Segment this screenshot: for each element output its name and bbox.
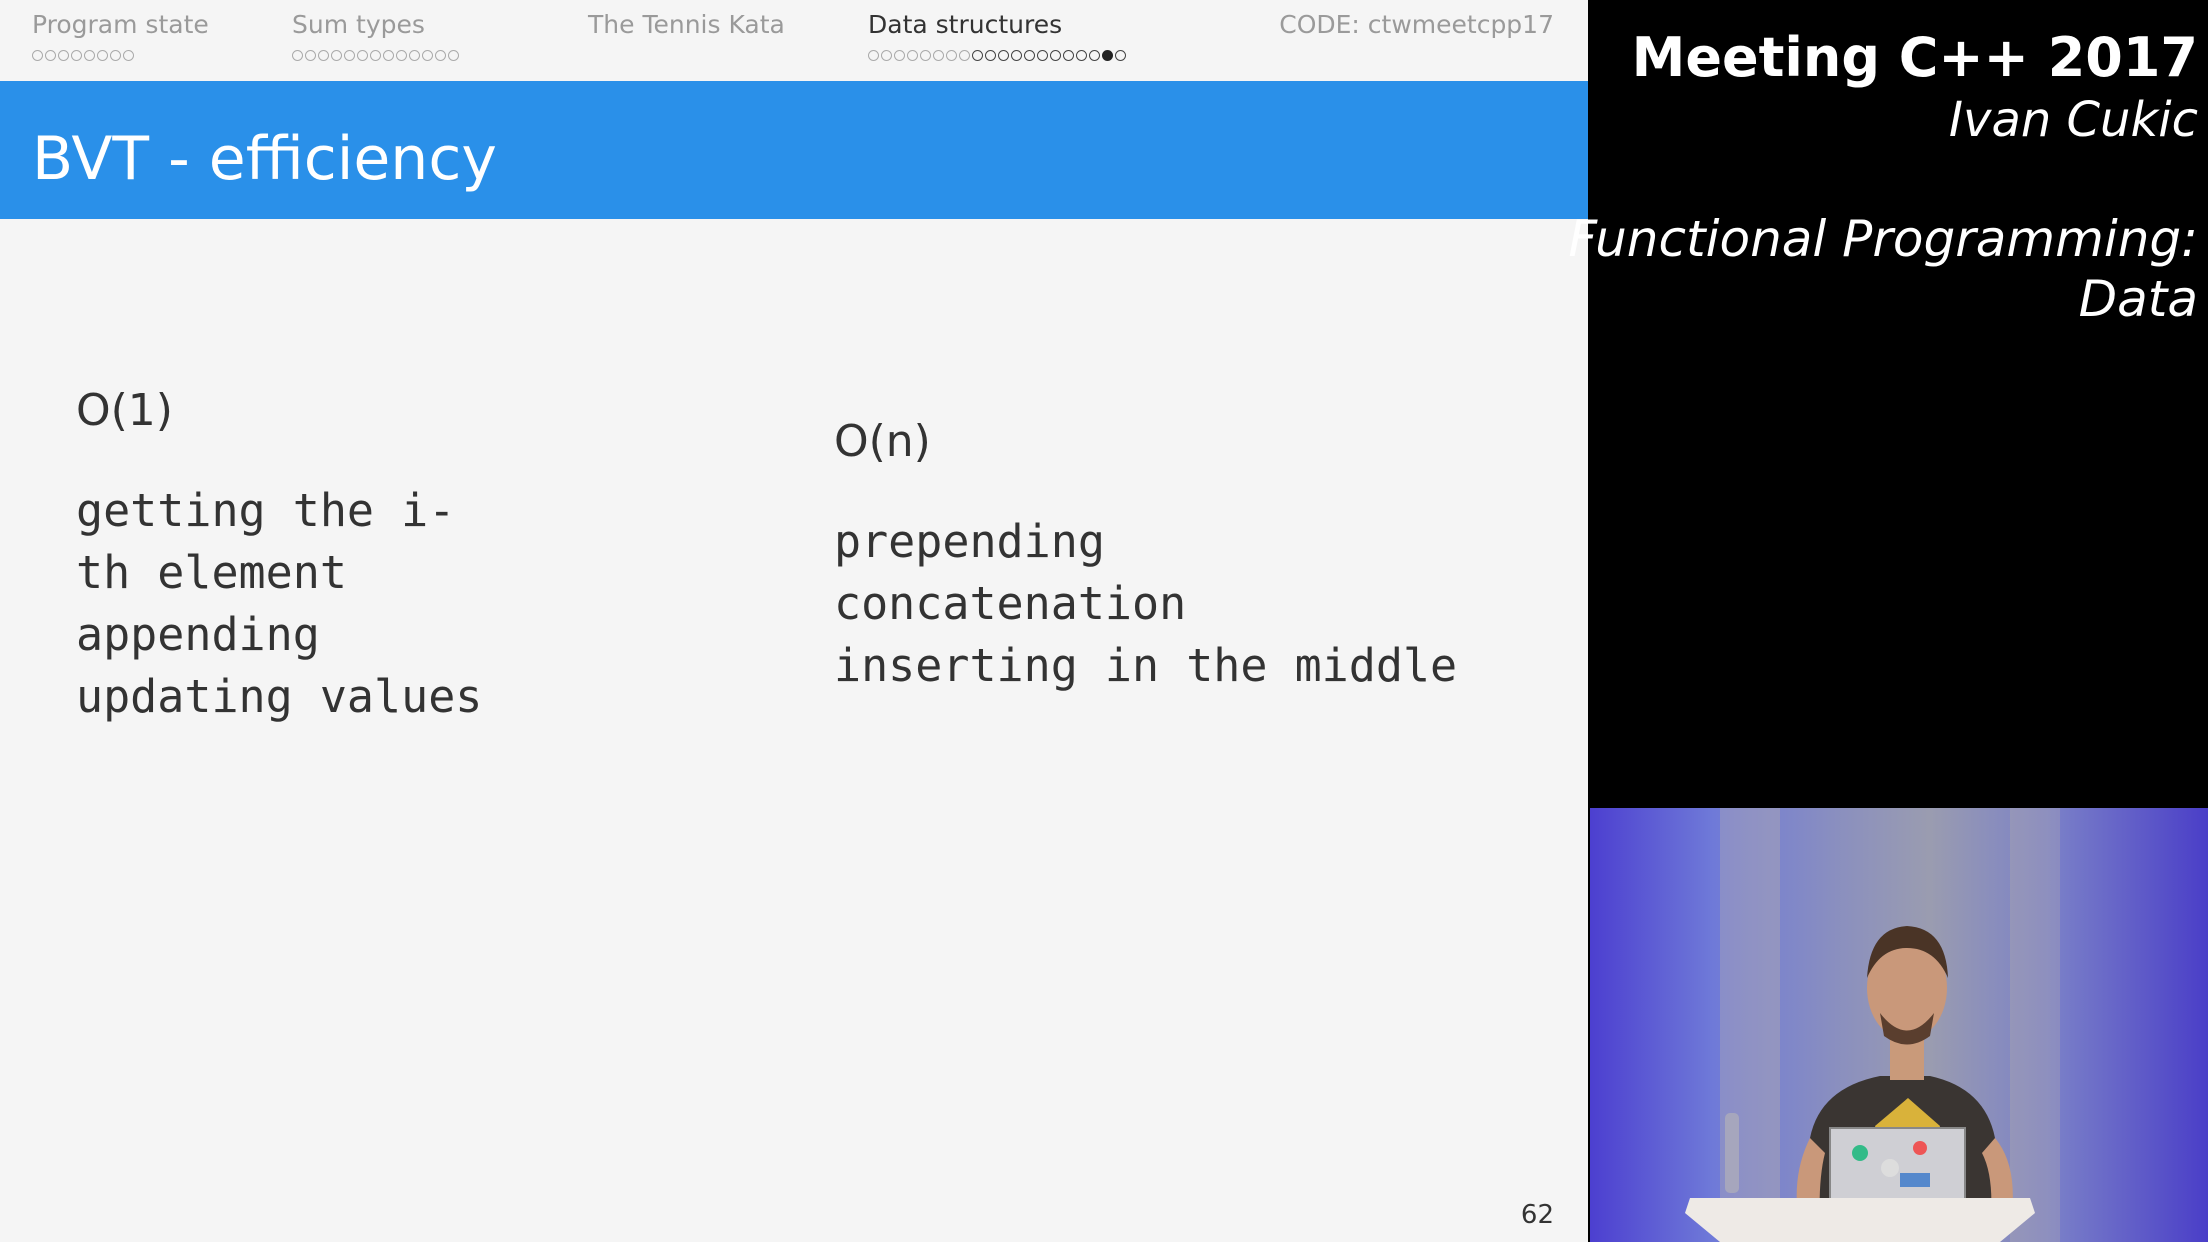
slide-dot[interactable] (972, 50, 983, 61)
operation-item: appending (76, 608, 320, 661)
nav-section-program-state[interactable]: Program state (32, 10, 209, 67)
slide-dot[interactable] (448, 50, 459, 61)
slide-dot[interactable] (1063, 50, 1074, 61)
slide-dot[interactable] (71, 50, 82, 61)
slide-dot[interactable] (946, 50, 957, 61)
speaker-video (1590, 808, 2208, 1242)
nav-section-data-structures[interactable]: Data structures (868, 10, 1128, 67)
page-number: 62 (1520, 1200, 1554, 1230)
section-navigation: Program state Sum types The Tennis Kata … (0, 0, 1588, 80)
nav-section-tennis-kata[interactable]: The Tennis Kata (588, 10, 785, 67)
slide-dot[interactable] (881, 50, 892, 61)
slide-title: BVT - efficiency (32, 124, 497, 194)
slide-dot[interactable] (868, 50, 879, 61)
slide-dot[interactable] (422, 50, 433, 61)
slide-dot[interactable] (97, 50, 108, 61)
operation-item: inserting in the middle (834, 639, 1458, 692)
title-bar: BVT - efficiency (0, 81, 1588, 219)
linear-time-column: O(n) prepending concatenation inserting … (834, 416, 1457, 697)
slide-dot[interactable] (396, 50, 407, 61)
slide-dot[interactable] (985, 50, 996, 61)
slide-dot[interactable] (58, 50, 69, 61)
speaker-camera-frame (1685, 808, 2060, 1242)
slide-dot[interactable] (998, 50, 1009, 61)
presentation-slide: Program state Sum types The Tennis Kata … (0, 0, 1588, 1242)
conference-title: Meeting C++ 2017 (1631, 26, 2198, 89)
slide-dot[interactable] (110, 50, 121, 61)
slide-dot[interactable] (1102, 50, 1113, 61)
section-label: The Tennis Kata (588, 10, 785, 39)
constant-time-column: O(1) getting the i- th element appending… (76, 385, 482, 728)
operation-item: concatenation (834, 577, 1187, 630)
operation-item: th element (76, 546, 347, 599)
nav-section-sum-types[interactable]: Sum types (292, 10, 461, 67)
operation-item: getting the i- (76, 484, 456, 537)
slide-dot[interactable] (357, 50, 368, 61)
slide-dot[interactable] (920, 50, 931, 61)
slide-dots (868, 45, 1128, 67)
slide-dot[interactable] (331, 50, 342, 61)
slide-dot[interactable] (894, 50, 905, 61)
section-label: Program state (32, 10, 209, 39)
slide-dot[interactable] (907, 50, 918, 61)
slide-dot[interactable] (344, 50, 355, 61)
operation-item: prepending (834, 515, 1105, 568)
slide-dot[interactable] (32, 50, 43, 61)
slide-dot[interactable] (383, 50, 394, 61)
slide-dot[interactable] (1115, 50, 1126, 61)
section-label: Data structures (868, 10, 1063, 39)
conference-overlay: Meeting C++ 2017 Ivan Cukic Functional P… (1568, 0, 2208, 808)
operation-item: updating values (76, 670, 483, 723)
complexity-heading: O(1) (76, 385, 173, 436)
slide-dot[interactable] (370, 50, 381, 61)
talk-title-line1: Functional Programming: (1568, 210, 2198, 268)
slide-dot[interactable] (1024, 50, 1035, 61)
slide-dot[interactable] (45, 50, 56, 61)
slide-dot[interactable] (305, 50, 316, 61)
slide-dots (588, 45, 785, 67)
slide-dots (32, 45, 209, 67)
slide-dot[interactable] (435, 50, 446, 61)
slide-dot[interactable] (933, 50, 944, 61)
speaker-name: Ivan Cukic (1948, 92, 2198, 148)
slide-dot[interactable] (1037, 50, 1048, 61)
slide-dot[interactable] (959, 50, 970, 61)
section-label: Sum types (292, 10, 425, 39)
complexity-heading: O(n) (834, 416, 931, 467)
slide-dot[interactable] (318, 50, 329, 61)
slide-dot[interactable] (1089, 50, 1100, 61)
slide-dot[interactable] (292, 50, 303, 61)
slide-dot[interactable] (409, 50, 420, 61)
slide-dot[interactable] (123, 50, 134, 61)
slide-dot[interactable] (1076, 50, 1087, 61)
slide-dots (292, 45, 461, 67)
code-label: CODE: ctwmeetcpp17 (1279, 10, 1554, 39)
slide-dot[interactable] (84, 50, 95, 61)
slide-dot[interactable] (1011, 50, 1022, 61)
slide-dot[interactable] (1050, 50, 1061, 61)
talk-title-line2: Data (2078, 270, 2198, 328)
